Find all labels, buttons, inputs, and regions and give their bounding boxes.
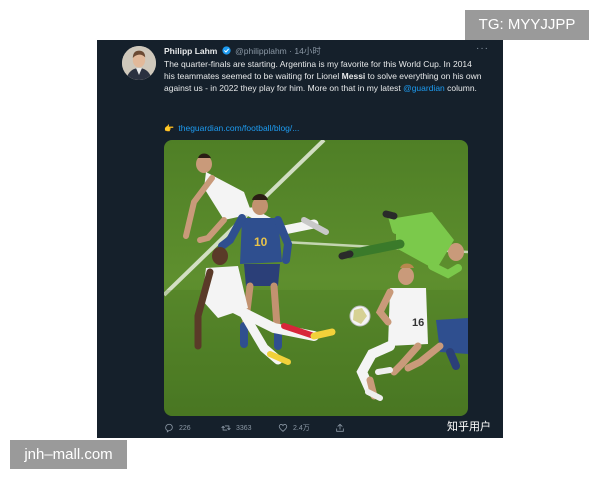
watermark-bottom: jnh–mall.com — [10, 440, 127, 469]
article-link-line: 👉 theguardian.com/football/blog/... — [164, 122, 299, 135]
retweet-count: 3363 — [236, 424, 252, 432]
mention-link[interactable]: @guardian — [403, 83, 445, 93]
source-tag: 知乎用户 — [447, 421, 491, 433]
tweet-text: The quarter-finals are starting. Argenti… — [164, 58, 482, 95]
reply-count: 226 — [179, 424, 191, 432]
verified-badge-icon — [222, 45, 231, 55]
tweet-time[interactable]: 14小时 — [294, 46, 320, 56]
avatar[interactable] — [122, 46, 156, 80]
heart-icon — [278, 424, 288, 432]
tweet-text-bold: Messi — [341, 71, 366, 82]
avatar-photo — [122, 46, 156, 80]
football-match-photo: 10 16 — [164, 140, 468, 416]
like-button[interactable]: 2.4万 — [278, 422, 310, 434]
more-options-icon[interactable]: ··· — [476, 42, 489, 56]
watermark-top: TG: MYYJJPP — [465, 10, 589, 40]
pointing-hand-icon: 👉 — [164, 124, 174, 133]
tweet-card[interactable]: Philipp Lahm @philipplahm · 14小时 ··· The… — [97, 40, 503, 438]
like-count: 2.4万 — [293, 425, 310, 432]
share-button[interactable] — [335, 422, 350, 434]
svg-text:16: 16 — [412, 317, 424, 329]
author-name[interactable]: Philipp Lahm — [164, 46, 217, 56]
football-ball — [349, 305, 371, 327]
author-handle[interactable]: @philipplahm — [235, 46, 287, 56]
retweet-icon — [221, 425, 231, 431]
tweet-text-part3: column. — [444, 83, 477, 94]
reply-icon — [165, 423, 173, 433]
svg-text:10: 10 — [254, 235, 268, 249]
share-icon — [336, 423, 344, 432]
reply-button[interactable]: 226 — [164, 422, 191, 434]
tweet-photo[interactable]: 10 16 — [164, 140, 468, 416]
article-link[interactable]: theguardian.com/football/blog/... — [178, 123, 299, 133]
time-separator: · — [289, 46, 292, 56]
tweet-actions: 226 3363 2.4万 — [164, 422, 474, 436]
retweet-button[interactable]: 3363 — [221, 422, 252, 434]
